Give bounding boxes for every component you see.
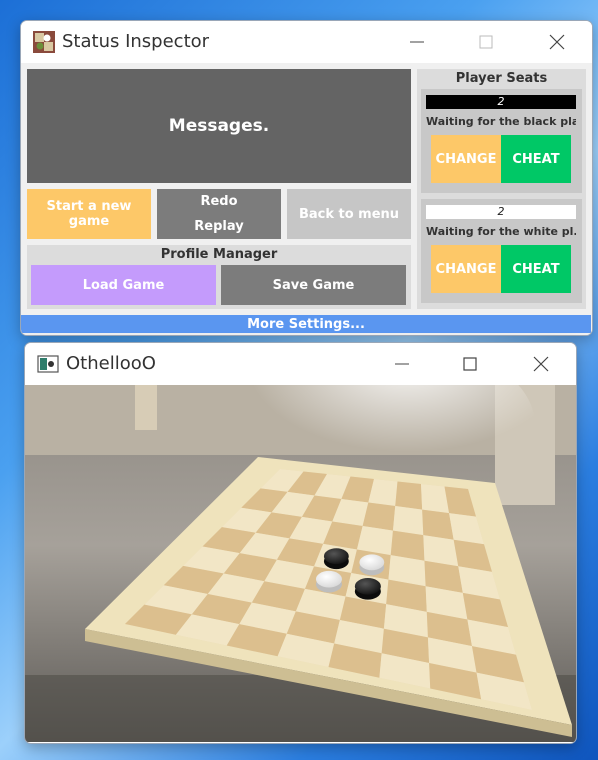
maximize-icon [463,357,477,371]
cheat-white-button[interactable]: CHEAT [501,245,571,293]
close-icon [549,34,565,50]
load-game-button[interactable]: Load Game [31,265,216,305]
minimize-icon [395,363,409,365]
start-new-game-button[interactable]: Start a new game [27,189,151,239]
inspector-minimize-button[interactable] [402,27,432,57]
cheat-black-button[interactable]: CHEAT [501,135,571,183]
othello-close-button[interactable] [526,349,556,379]
board-square[interactable] [362,502,396,531]
game-3d-viewport[interactable] [25,385,576,742]
seat-count-white: 2 [426,205,576,219]
minimize-icon [410,41,424,43]
board-square[interactable] [422,509,454,540]
seat-status-white: Waiting for the white pl... [426,225,576,238]
inspector-maximize-button[interactable] [471,27,501,57]
othello-titlebar[interactable]: OthellooO [25,343,576,385]
back-to-menu-button[interactable]: Back to menu [287,189,411,239]
more-settings-bar[interactable]: More Settings... [21,315,591,333]
change-white-button[interactable]: CHANGE [431,245,501,293]
profile-manager-title: Profile Manager [160,247,278,262]
status-inspector-window: Status Inspector Messages. Start a new g… [20,20,593,336]
game-scene[interactable] [25,385,576,742]
redo-label: Redo [200,194,238,209]
seat-count-black: 2 [426,95,576,109]
black-piece[interactable] [323,548,349,570]
black-piece[interactable] [354,578,381,600]
save-game-button[interactable]: Save Game [221,265,406,305]
replay-label: Replay [194,219,244,234]
othello-window-title: OthellooO [66,353,156,374]
othello-maximize-button[interactable] [455,349,485,379]
white-piece[interactable] [359,554,385,576]
close-icon [533,356,549,372]
seat-status-black: Waiting for the black pla... [426,115,576,128]
board-square[interactable] [395,481,423,510]
redo-replay-button[interactable]: Redo Replay [157,189,281,239]
messages-panel: Messages. [27,69,411,183]
maximize-icon [479,35,493,49]
inspector-window-title: Status Inspector [62,31,210,52]
inspector-close-button[interactable] [542,27,572,57]
inspector-titlebar[interactable]: Status Inspector [21,21,592,63]
inspector-app-icon [33,31,55,53]
white-piece[interactable] [315,570,342,593]
change-black-button[interactable]: CHANGE [431,135,501,183]
othello-app-icon [37,355,59,373]
board-square[interactable] [392,506,424,536]
room-column [135,385,157,430]
othello-minimize-button[interactable] [387,349,417,379]
player-seats-title: Player Seats [455,71,548,86]
othello-window: OthellooO [24,342,577,744]
